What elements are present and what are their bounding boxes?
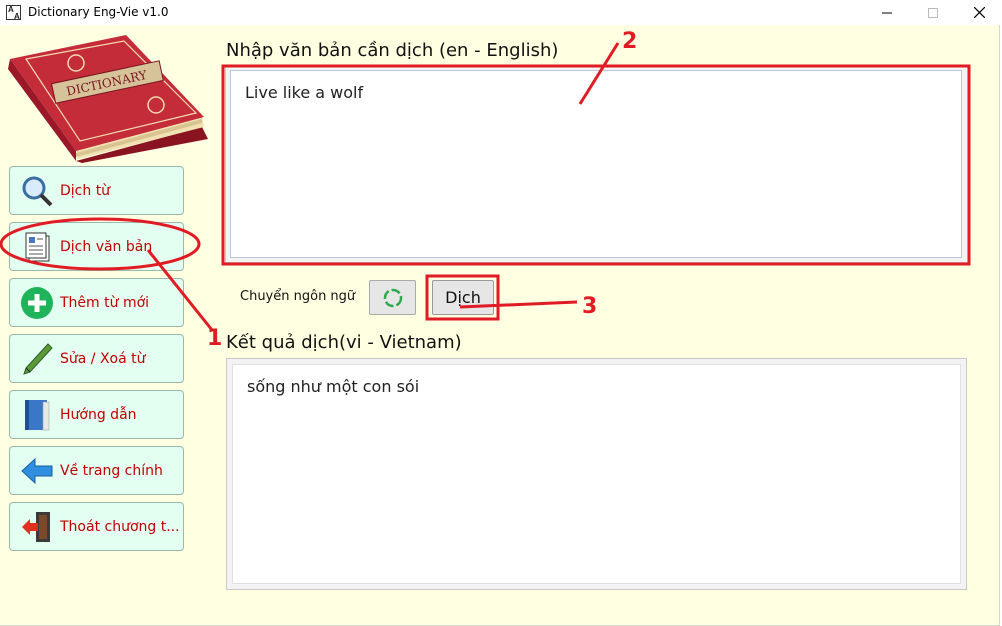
sidebar-item-label: Về trang chính — [60, 462, 163, 479]
maximize-button[interactable] — [910, 0, 956, 25]
magnifier-icon — [20, 174, 54, 208]
refresh-icon — [383, 288, 402, 307]
result-label: Kết quả dịch(vi - Vietnam) — [226, 332, 462, 353]
sidebar-item-dich-tu[interactable]: Dịch từ — [9, 166, 184, 215]
window-title: Dictionary Eng-Vie v1.0 — [28, 5, 169, 19]
sidebar-item-label: Dịch văn bản — [60, 238, 153, 255]
swap-language-button[interactable] — [369, 280, 416, 315]
sidebar-item-label: Sửa / Xoá từ — [60, 350, 146, 367]
app-icon: AA — [6, 5, 21, 21]
arrow-left-icon — [20, 454, 54, 488]
title-bar: AA Dictionary Eng-Vie v1.0 — [0, 0, 1002, 25]
sidebar-item-label: Hướng dẫn — [60, 406, 137, 423]
annotation-number-3: 3 — [582, 294, 598, 319]
book-icon — [20, 398, 54, 432]
sidebar-item-ve-trang-chinh[interactable]: Về trang chính — [9, 446, 184, 495]
sidebar-item-thoat[interactable]: Thoát chương t... — [9, 502, 184, 551]
document-icon — [20, 230, 54, 264]
sidebar-item-label: Thêm từ mới — [60, 294, 150, 311]
annotation-number-1: 1 — [207, 326, 223, 351]
translate-button[interactable]: Dịch — [432, 280, 494, 315]
sidebar-item-them-tu-moi[interactable]: Thêm từ mới — [9, 278, 184, 327]
input-label: Nhập văn bản cần dịch (en - English) — [226, 40, 559, 61]
dictionary-logo: DICTIONARY — [8, 35, 208, 163]
annotation-number-2: 2 — [622, 29, 638, 54]
sidebar-item-sua-xoa-tu[interactable]: Sửa / Xoá từ — [9, 334, 184, 383]
exit-door-icon — [20, 510, 54, 544]
close-icon — [973, 7, 985, 18]
maximize-icon — [928, 7, 938, 18]
sidebar-item-label: Thoát chương t... — [60, 518, 180, 535]
sidebar-item-label: Dịch từ — [60, 182, 111, 199]
plus-icon — [20, 286, 54, 320]
minimize-icon — [882, 12, 892, 13]
result-text-output: sống như một con sói — [232, 364, 961, 584]
sidebar-item-dich-van-ban[interactable]: Dịch văn bản — [9, 222, 184, 271]
sidebar-item-huong-dan[interactable]: Hướng dẫn — [9, 390, 184, 439]
minimize-button[interactable] — [864, 0, 910, 25]
pen-icon — [20, 342, 54, 376]
close-button[interactable] — [956, 0, 1002, 25]
source-text-input[interactable]: Live like a wolf — [230, 70, 962, 258]
app-client-area: DICTIONARY Dịch từ Dịch văn bản Thêm từ … — [0, 25, 1000, 626]
switch-language-label: Chuyển ngôn ngữ — [240, 289, 356, 304]
